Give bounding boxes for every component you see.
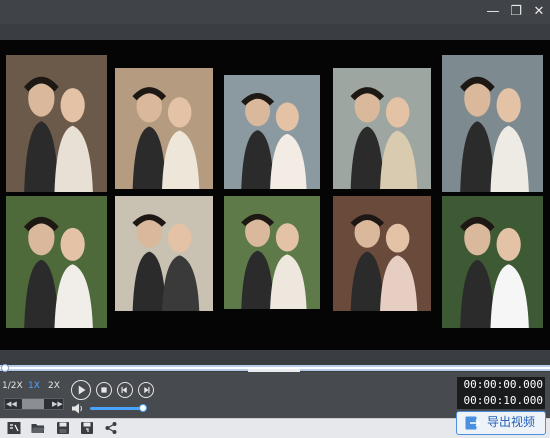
title-bar [0,0,550,24]
export-icon [465,416,481,430]
stop-button[interactable] [96,382,112,398]
open-folder-icon[interactable] [31,421,45,435]
timeline-scrubber-thumb[interactable] [1,364,9,372]
export-video-button[interactable]: 导出视频 [456,411,546,435]
previous-frame-button[interactable] [117,382,133,398]
share-icon[interactable] [104,421,118,435]
play-button[interactable] [71,380,91,400]
volume-icon[interactable] [72,403,84,414]
photo-tile [442,55,543,192]
speed-slider-knob[interactable] [22,399,44,409]
volume-slider[interactable] [90,407,143,410]
photo-tile [333,68,431,189]
fast-forward-icon[interactable]: ▶▶ [52,398,63,410]
export-video-label: 导出视频 [487,415,536,429]
photo-tile [6,55,107,192]
total-time-display: 00:00:10.000 [457,393,545,409]
close-button[interactable]: ✕ [530,3,548,21]
restore-button[interactable]: ❐ [507,3,525,21]
rewind-icon[interactable]: ◀◀ [6,398,17,410]
photo-tile [115,68,213,189]
photo-tile [442,196,543,328]
minimize-button[interactable]: — [484,3,502,21]
photo-tile [224,196,320,309]
next-frame-button[interactable] [138,382,154,398]
save-as-icon[interactable] [80,421,94,435]
step-forward-icon [144,386,150,394]
photo-tile [224,75,320,189]
speed-1x-button[interactable]: 1X [26,378,42,394]
edit-photos-icon[interactable] [7,421,21,435]
speed-2x-button[interactable]: 2X [46,378,62,394]
photo-tile [333,196,431,311]
photo-tile [6,196,107,328]
photo-tile [115,196,213,311]
play-icon [78,385,86,395]
step-back-icon [121,386,127,394]
volume-slider-thumb[interactable] [139,404,147,412]
current-time-display: 00:00:00.000 [457,377,545,393]
speed-half-button[interactable]: 1/2X [2,378,23,394]
stop-icon [101,387,107,393]
save-icon[interactable] [56,421,70,435]
